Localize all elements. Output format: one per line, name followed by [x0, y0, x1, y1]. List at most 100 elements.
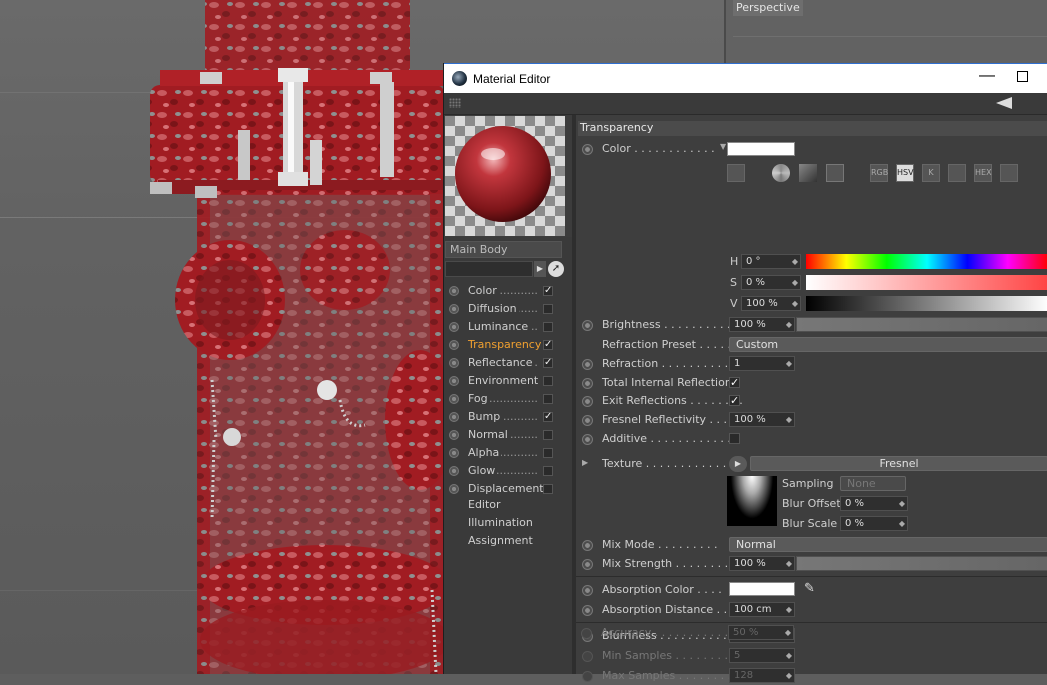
channel-checkbox[interactable] — [543, 430, 553, 440]
channel-checkbox[interactable] — [543, 394, 553, 404]
texture-preview-thumbnail[interactable] — [727, 476, 777, 526]
exit-reflections-checkbox[interactable]: ✓ — [729, 395, 740, 406]
brightness-field[interactable]: 100 % ◆ — [729, 317, 795, 332]
pick-cursor-icon[interactable]: ➚ — [548, 261, 564, 277]
hex-mode-button[interactable]: HEX — [974, 164, 992, 182]
absorption-color-swatch[interactable] — [729, 582, 795, 596]
material-name-field[interactable]: Main Body — [445, 241, 562, 258]
channel-reflectance[interactable]: ..................... Reflectance ✓ — [444, 354, 572, 372]
color-swatch[interactable] — [727, 142, 795, 156]
maximize-button[interactable] — [1017, 71, 1028, 82]
material-preview[interactable] — [445, 116, 565, 236]
kelvin-mode-button[interactable]: K — [922, 164, 940, 182]
viewport-camera-label[interactable]: Perspective — [733, 0, 803, 16]
channel-displacement[interactable]: Displacement — [444, 480, 572, 498]
radio-icon[interactable] — [449, 394, 459, 404]
radio-icon[interactable] — [582, 559, 593, 570]
color-wheel-icon[interactable] — [772, 164, 790, 182]
channel-bump[interactable]: ..................... Bump ✓ — [444, 408, 572, 426]
channel-checkbox[interactable]: ✓ — [543, 358, 553, 368]
channel-diffusion[interactable]: ..................... Diffusion — [444, 300, 572, 318]
radio-icon[interactable] — [449, 286, 459, 296]
sampling-dropdown[interactable]: None — [840, 476, 906, 491]
channel-checkbox[interactable] — [543, 304, 553, 314]
swatches-icon[interactable] — [1000, 164, 1018, 182]
hsv-mode-button[interactable]: HSV — [896, 164, 914, 182]
total-internal-reflection-checkbox[interactable]: ✓ — [729, 377, 740, 388]
radio-icon[interactable] — [582, 540, 593, 551]
channel-color[interactable]: ..................... Color ✓ — [444, 282, 572, 300]
refraction-field[interactable]: 1 ◆ — [729, 356, 795, 371]
channel-checkbox[interactable]: ✓ — [543, 412, 553, 422]
radio-icon[interactable] — [449, 430, 459, 440]
texture-menu-arrow-icon[interactable]: ▶ — [729, 456, 747, 472]
radio-icon[interactable] — [449, 304, 459, 314]
play-arrow-icon[interactable]: ▶ — [534, 261, 546, 277]
blur-scale-field[interactable]: 0 % ◆ — [840, 516, 908, 531]
mix-mode-dropdown[interactable]: Normal — [729, 537, 1047, 552]
channel-checkbox[interactable] — [543, 322, 553, 332]
value-field[interactable]: 100 % ◆ — [741, 296, 801, 311]
radio-icon[interactable] — [582, 378, 593, 389]
toolbar-grip-icon[interactable] — [449, 98, 461, 108]
channel-checkbox[interactable] — [543, 484, 553, 494]
radio-icon[interactable] — [582, 434, 593, 445]
nav-back-arrow-icon[interactable] — [996, 97, 1012, 109]
radio-icon[interactable] — [582, 415, 593, 426]
window-titlebar[interactable]: Material Editor — — [444, 63, 1047, 93]
radio-icon[interactable] — [582, 320, 593, 331]
color-picker-icon[interactable] — [727, 164, 745, 182]
channel-glow[interactable]: ..................... Glow — [444, 462, 572, 480]
eyedropper-icon[interactable]: ✎ — [804, 581, 815, 596]
radio-icon[interactable] — [449, 376, 459, 386]
brightness-slider[interactable] — [796, 317, 1047, 332]
refraction-preset-dropdown[interactable]: Custom — [729, 337, 1047, 352]
channel-checkbox[interactable] — [543, 448, 553, 458]
radio-icon[interactable] — [582, 359, 593, 370]
sub-item-editor[interactable]: Editor — [468, 498, 501, 516]
spectrum-icon[interactable] — [799, 164, 817, 182]
mix-strength-field[interactable]: 100 % ◆ — [729, 556, 795, 571]
radio-icon[interactable] — [449, 484, 459, 494]
channel-checkbox[interactable] — [543, 466, 553, 476]
radio-icon[interactable] — [449, 322, 459, 332]
hue-field[interactable]: 0 ° ◆ — [741, 254, 801, 269]
channel-luminance[interactable]: ..................... Luminance — [444, 318, 572, 336]
channel-checkbox[interactable] — [543, 376, 553, 386]
texture-shader-field[interactable]: Fresnel — [750, 456, 1047, 471]
fresnel-reflectivity-field[interactable]: 100 % ◆ — [729, 412, 795, 427]
saturation-field[interactable]: 0 % ◆ — [741, 275, 801, 290]
radio-icon[interactable] — [449, 466, 459, 476]
radio-icon[interactable] — [582, 396, 593, 407]
channel-normal[interactable]: ..................... Normal — [444, 426, 572, 444]
channel-fog[interactable]: ..................... Fog — [444, 390, 572, 408]
value-slider[interactable] — [806, 296, 1047, 311]
radio-icon[interactable] — [449, 412, 459, 422]
radio-icon[interactable] — [582, 144, 593, 155]
image-picker-icon[interactable] — [826, 164, 844, 182]
channel-checkbox[interactable]: ✓ — [543, 340, 553, 350]
radio-icon[interactable] — [449, 358, 459, 368]
sub-item-illumination[interactable]: Illumination — [468, 516, 533, 534]
channel-checkbox[interactable]: ✓ — [543, 286, 553, 296]
radio-icon[interactable] — [449, 340, 459, 350]
expand-arrow-icon[interactable]: ▶ — [582, 458, 588, 467]
radio-icon[interactable] — [582, 605, 593, 616]
blur-offset-field[interactable]: 0 % ◆ — [840, 496, 908, 511]
minimize-button[interactable]: — — [976, 67, 998, 89]
channel-alpha[interactable]: ..................... Alpha — [444, 444, 572, 462]
mix-strength-slider[interactable] — [796, 556, 1047, 571]
radio-icon[interactable] — [582, 585, 593, 596]
saturation-slider[interactable] — [806, 275, 1047, 290]
channel-environment[interactable]: Environment — [444, 372, 572, 390]
rgb-mode-button[interactable]: RGB — [870, 164, 888, 182]
mixer-icon[interactable] — [948, 164, 966, 182]
sub-item-assignment[interactable]: Assignment — [468, 534, 533, 552]
channel-transparency[interactable]: Transparency ✓ — [444, 336, 572, 354]
hue-slider[interactable] — [806, 254, 1047, 269]
absorption-distance-field[interactable]: 100 cm ◆ — [729, 602, 795, 617]
additive-checkbox[interactable] — [729, 433, 740, 444]
dropdown-arrow-icon[interactable]: ▼ — [720, 142, 726, 151]
radio-icon[interactable] — [449, 448, 459, 458]
channel-search-field[interactable] — [445, 261, 533, 277]
